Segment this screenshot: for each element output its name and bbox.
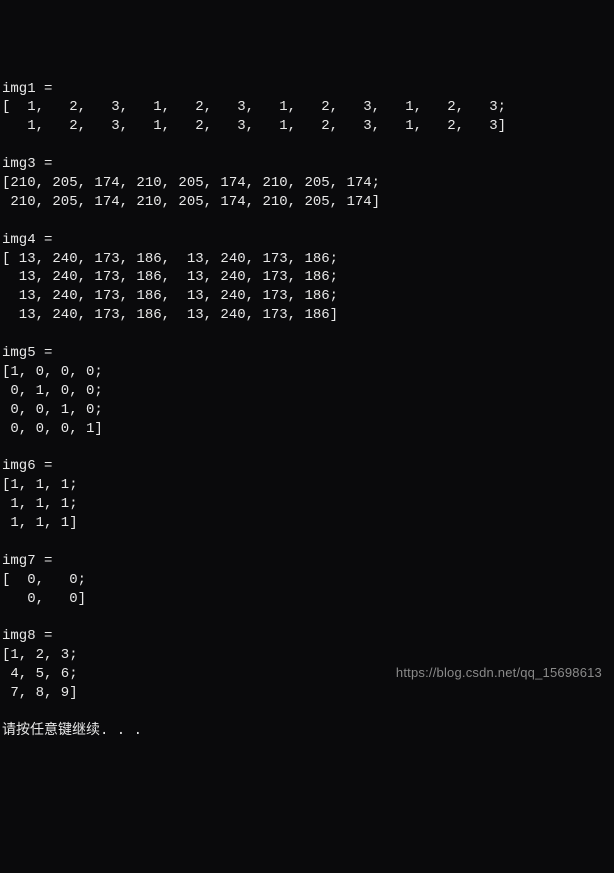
console-line: 0, 0, 0, 1] [2,420,612,439]
console-line: 0, 1, 0, 0; [2,382,612,401]
console-line: 13, 240, 173, 186, 13, 240, 173, 186; [2,287,612,306]
console-line: img6 = [2,457,612,476]
console-line: 13, 240, 173, 186, 13, 240, 173, 186; [2,268,612,287]
console-line: 1, 1, 1] [2,514,612,533]
console-line [2,438,612,457]
console-line [2,136,612,155]
console-line: [1, 0, 0, 0; [2,363,612,382]
console-line: 210, 205, 174, 210, 205, 174, 210, 205, … [2,193,612,212]
console-line [2,703,612,722]
console-line: [1, 2, 3; [2,646,612,665]
console-line: [1, 1, 1; [2,476,612,495]
console-line [2,325,612,344]
watermark-text: https://blog.csdn.net/qq_15698613 [396,664,602,682]
console-line: [210, 205, 174, 210, 205, 174, 210, 205,… [2,174,612,193]
console-line: img4 = [2,231,612,250]
console-line: img3 = [2,155,612,174]
console-line: 0, 0] [2,590,612,609]
console-line [2,212,612,231]
console-line [2,609,612,628]
console-line: [ 1, 2, 3, 1, 2, 3, 1, 2, 3, 1, 2, 3; [2,98,612,117]
console-line: 13, 240, 173, 186, 13, 240, 173, 186] [2,306,612,325]
console-line: img5 = [2,344,612,363]
console-line: img7 = [2,552,612,571]
console-line: [ 0, 0; [2,571,612,590]
console-line: 0, 0, 1, 0; [2,401,612,420]
console-line: [ 13, 240, 173, 186, 13, 240, 173, 186; [2,250,612,269]
console-line: 请按任意键继续. . . [2,722,612,741]
console-line: 7, 8, 9] [2,684,612,703]
console-line: img1 = [2,80,612,99]
console-output: img1 =[ 1, 2, 3, 1, 2, 3, 1, 2, 3, 1, 2,… [2,80,612,741]
console-line: img8 = [2,627,612,646]
console-line: 1, 1, 1; [2,495,612,514]
console-line: 1, 2, 3, 1, 2, 3, 1, 2, 3, 1, 2, 3] [2,117,612,136]
console-line [2,533,612,552]
